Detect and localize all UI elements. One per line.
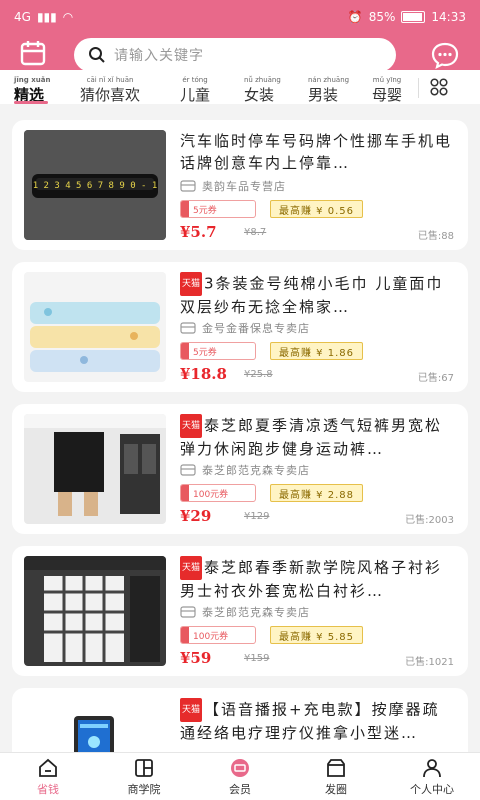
sold-count: 已售:88: [417, 231, 454, 242]
store-icon: [180, 180, 196, 192]
nav-save-money[interactable]: 省钱: [0, 753, 96, 800]
product-price: ¥59: [180, 649, 212, 667]
original-price: ¥159: [244, 653, 270, 664]
product-card[interactable]: 天猫 3条装金号纯棉小毛巾 儿童面巾双层纱布无捻全棉家… 金号金番保息专卖店 5元…: [12, 262, 468, 392]
sold-count: 已售:2003: [405, 515, 454, 526]
battery-icon: [401, 11, 426, 23]
store-icon: [180, 606, 196, 618]
tab-men[interactable]: nán zhuāng 男装: [308, 76, 349, 105]
store-icon: [180, 322, 196, 334]
product-title[interactable]: 天猫 3条装金号纯棉小毛巾 儿童面巾双层纱布无捻全棉家…: [180, 272, 456, 316]
home-icon: [39, 758, 57, 777]
member-icon: [231, 758, 249, 777]
product-image[interactable]: [24, 556, 166, 666]
clock: 14:33: [431, 10, 466, 24]
alarm-icon: ⏰: [347, 10, 363, 24]
nav-member[interactable]: 会员: [192, 753, 288, 800]
tmall-badge: 天猫: [180, 556, 203, 580]
tmall-badge: 天猫: [180, 272, 203, 296]
earn-badge: 最高赚 ¥ 2.88: [270, 484, 363, 502]
shop-name-row: 泰芝郎范克森专卖店: [180, 604, 310, 620]
search-placeholder: 请输入关键字: [114, 48, 204, 64]
product-price: ¥18.8: [180, 365, 227, 383]
product-title[interactable]: 天猫 【语音播报+充电款】按摩器疏通经络电疗理疗仪推拿小型迷…: [180, 698, 456, 742]
nav-business-school[interactable]: 商学院: [96, 753, 192, 800]
product-card[interactable]: 天猫 【语音播报+充电款】按摩器疏通经络电疗理疗仪推拿小型迷…: [12, 688, 468, 752]
original-price: ¥25.8: [244, 369, 273, 380]
earn-badge: 最高赚 ¥ 0.56: [270, 200, 363, 218]
product-card[interactable]: 天猫 泰芝郎春季新款学院风格子衬衫男士衬衣外套宽松白衬衫… 泰芝郎范克森专卖店 1…: [12, 546, 468, 676]
product-title[interactable]: 天猫 泰芝郎春季新款学院风格子衬衫男士衬衣外套宽松白衬衫…: [180, 556, 456, 600]
tab-guess-you-like[interactable]: cāi nǐ xǐ huān 猜你喜欢: [80, 76, 140, 105]
tab-women[interactable]: nǚ zhuāng 女装: [244, 76, 281, 105]
original-price: ¥129: [244, 511, 270, 522]
product-price: ¥5.7: [180, 223, 217, 241]
product-card[interactable]: 1 2 3 4 5 6 7 8 9 0 - 1 汽车临时停车号码牌个性挪车手机电…: [12, 120, 468, 250]
tab-children[interactable]: ér tóng 儿童: [180, 76, 210, 105]
share-circle-icon: [327, 758, 345, 777]
school-icon: [135, 758, 153, 777]
shop-name-row: 金号金番保息专卖店: [180, 320, 310, 336]
tab-baby[interactable]: mǔ yīng 母婴: [372, 76, 402, 105]
sold-count: 已售:67: [417, 373, 454, 384]
status-bar: 4G ▮▮▮ ◠ ⏰ 85% 14:33: [0, 0, 480, 34]
active-tab-indicator: [14, 101, 48, 104]
user-icon: [423, 758, 441, 777]
nav-profile[interactable]: 个人中心: [384, 753, 480, 800]
shop-name-row: 泰芝郎范克森专卖店: [180, 462, 310, 478]
nav-share-circle[interactable]: 发圈: [288, 753, 384, 800]
product-title[interactable]: 天猫 泰芝郎夏季清凉透气短裤男宽松弹力休闲跑步健身运动裤…: [180, 414, 456, 458]
earn-badge: 最高赚 ¥ 5.85: [270, 626, 363, 644]
product-image[interactable]: 1 2 3 4 5 6 7 8 9 0 - 1: [24, 130, 166, 240]
category-tabs: jīng xuǎn 精选 cāi nǐ xǐ huān 猜你喜欢 ér tóng…: [0, 70, 480, 104]
coupon-badge[interactable]: 100元券: [180, 626, 256, 644]
store-icon: [180, 464, 196, 476]
earn-badge: 最高赚 ¥ 1.86: [270, 342, 363, 360]
battery-percent: 85%: [368, 10, 396, 24]
svg-text:1 2 3 4 5 6 7 8 9 0 - 1: 1 2 3 4 5 6 7 8 9 0 - 1: [33, 181, 158, 191]
search-icon: [89, 47, 105, 63]
calendar-icon[interactable]: [18, 38, 48, 68]
product-list[interactable]: 1 2 3 4 5 6 7 8 9 0 - 1 汽车临时停车号码牌个性挪车手机电…: [0, 106, 480, 752]
network-indicator: 4G: [14, 10, 31, 24]
category-grid-icon[interactable]: [430, 78, 448, 96]
product-image[interactable]: [24, 272, 166, 382]
tmall-badge: 天猫: [180, 698, 203, 722]
shop-name-row: 奥韵车品专营店: [180, 178, 286, 194]
coupon-badge[interactable]: 5元券: [180, 342, 256, 360]
original-price: ¥8.7: [244, 227, 267, 238]
product-image[interactable]: [24, 698, 166, 752]
search-input[interactable]: 请输入关键字: [74, 38, 396, 72]
bottom-navigation: 省钱 商学院 会员 发圈 个人中心: [0, 752, 480, 800]
product-card[interactable]: 天猫 泰芝郎夏季清凉透气短裤男宽松弹力休闲跑步健身运动裤… 泰芝郎范克森专卖店 1…: [12, 404, 468, 534]
header: 请输入关键字 jīng xuǎn 精选 cāi nǐ xǐ huān 猜你喜欢 …: [0, 34, 480, 104]
product-image[interactable]: [24, 414, 166, 524]
sold-count: 已售:1021: [405, 657, 454, 668]
tabs-divider: [418, 78, 419, 98]
tmall-badge: 天猫: [180, 414, 203, 438]
product-title[interactable]: 汽车临时停车号码牌个性挪车手机电话牌创意车内上停靠…: [180, 130, 456, 174]
signal-icon: ▮▮▮: [36, 10, 57, 24]
coupon-badge[interactable]: 100元券: [180, 484, 256, 502]
wifi-icon: ◠: [62, 10, 74, 24]
coupon-badge[interactable]: 5元券: [180, 200, 256, 218]
message-icon[interactable]: [430, 40, 460, 70]
product-price: ¥29: [180, 507, 212, 525]
